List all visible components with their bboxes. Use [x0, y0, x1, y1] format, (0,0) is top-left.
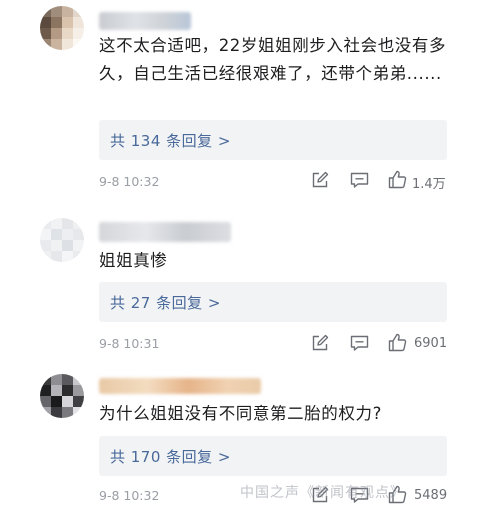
comment-text: 姐姐真惨 [99, 251, 168, 270]
reply-button[interactable] [350, 172, 369, 189]
username[interactable] [99, 222, 231, 242]
comment-time: 9-8 10:32 [99, 488, 160, 503]
view-replies-button[interactable]: 共 27 条回复 > [99, 282, 447, 322]
view-replies-button[interactable]: 共 134 条回复 > [99, 120, 447, 160]
like-button[interactable] [388, 333, 407, 352]
comment-text: 这不太合适吧，22岁姐姐刚步入社会也没有多久，自己生活已经很艰难了，还带个弟弟.… [99, 36, 447, 83]
comment-time: 9-8 10:31 [99, 336, 160, 351]
like-count: 5489 [414, 488, 448, 503]
reply-count-label: 共 170 条回复 > [110, 448, 232, 466]
watermark: 中国之声《新闻有观点》 [240, 485, 405, 501]
avatar[interactable] [40, 374, 84, 418]
thumbs-up-icon [388, 170, 407, 189]
reply-count-label: 共 134 条回复 > [110, 132, 232, 150]
share-button[interactable] [311, 334, 329, 352]
edit-icon [312, 334, 329, 351]
avatar[interactable] [40, 6, 84, 50]
like-count: 1.4万 [412, 177, 446, 192]
comment-time: 9-8 10:32 [99, 174, 160, 189]
username[interactable] [99, 12, 191, 30]
comment-icon [350, 335, 369, 351]
share-button[interactable] [311, 171, 329, 189]
comment-icon [350, 172, 369, 188]
reply-button[interactable] [350, 335, 369, 352]
username[interactable] [99, 378, 261, 394]
like-count: 6901 [414, 336, 448, 351]
avatar[interactable] [40, 218, 84, 262]
view-replies-button[interactable]: 共 170 条回复 > [99, 436, 447, 476]
like-button[interactable] [388, 170, 407, 189]
comment-text: 为什么姐姐没有不同意第二胎的权力? [99, 404, 382, 423]
thumbs-up-icon [388, 333, 407, 352]
edit-icon [312, 171, 329, 188]
reply-count-label: 共 27 条回复 > [110, 294, 221, 312]
